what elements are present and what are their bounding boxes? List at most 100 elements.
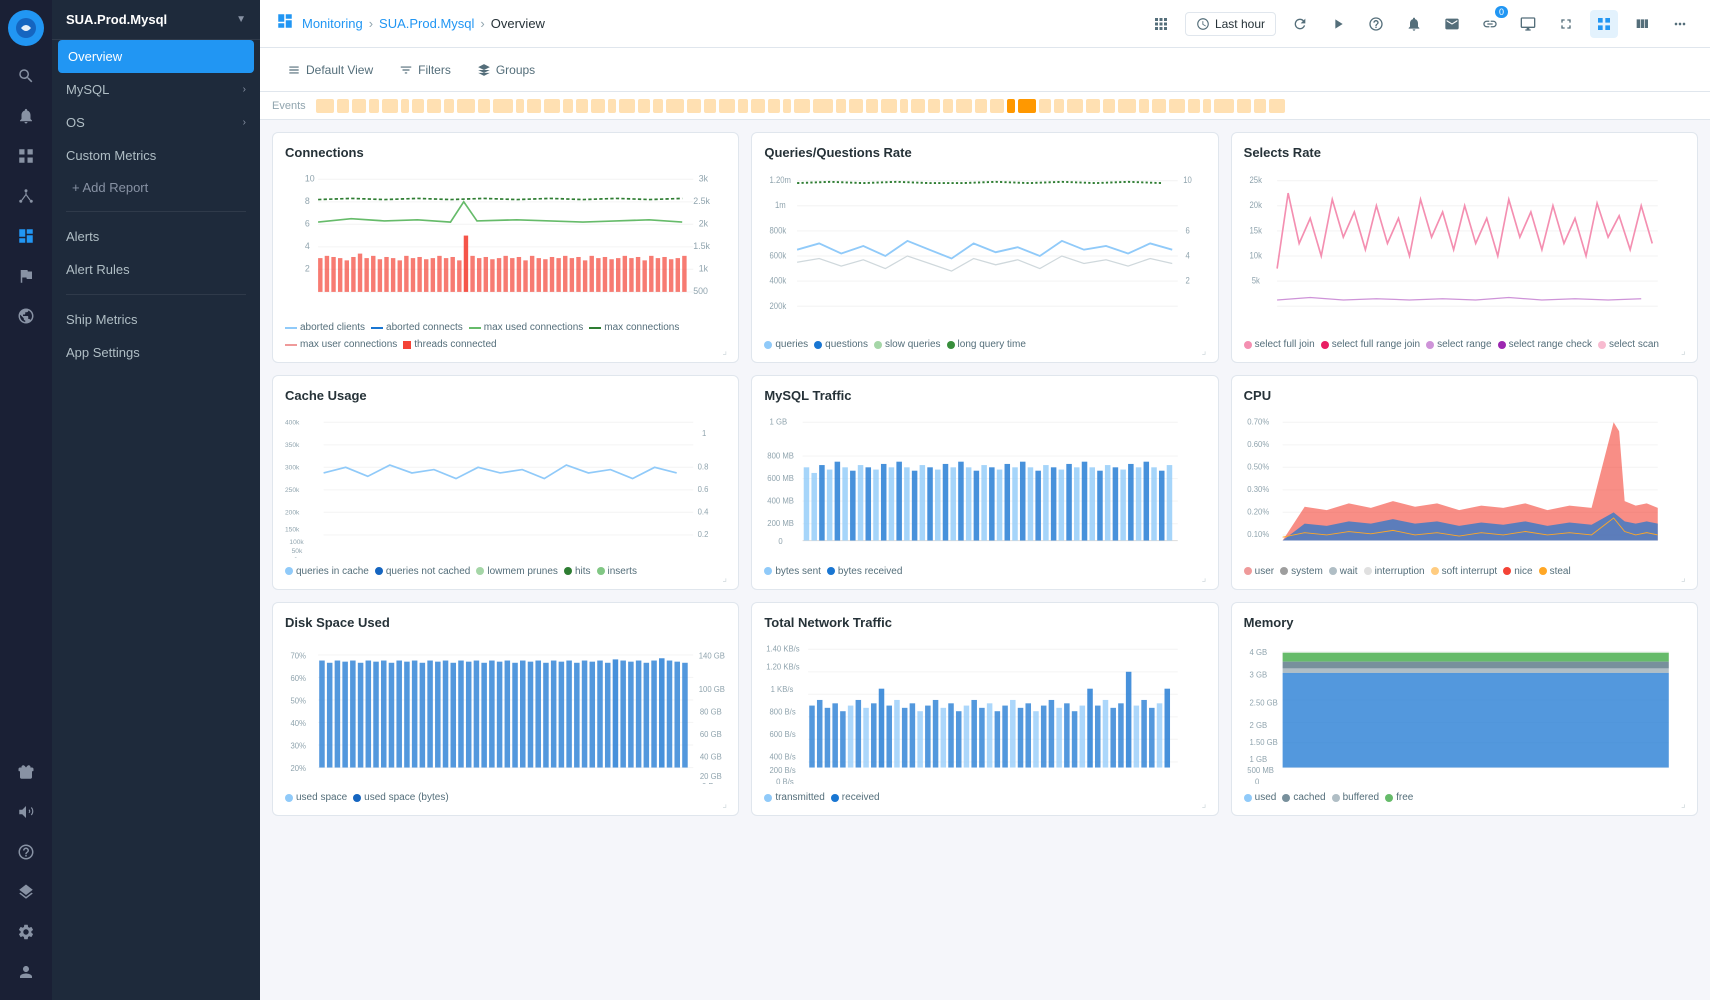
legend-aborted-connects: aborted connects xyxy=(371,322,463,333)
svg-text:1 GB: 1 GB xyxy=(1249,755,1267,764)
help-btn[interactable] xyxy=(1362,10,1390,38)
sidebar-item-os[interactable]: OS › xyxy=(52,106,260,139)
breadcrumb: Monitoring › SUA.Prod.Mysql › Overview xyxy=(302,16,545,31)
legend-max-conn: max connections xyxy=(589,322,679,333)
chart-cpu-title: CPU xyxy=(1244,388,1685,403)
chart-cache-title: Cache Usage xyxy=(285,388,726,403)
svg-text:0.60%: 0.60% xyxy=(1247,440,1269,449)
nav-alerts-icon[interactable] xyxy=(8,98,44,134)
svg-text:70%: 70% xyxy=(291,651,307,660)
groups-label: Groups xyxy=(496,63,535,77)
more-options-btn[interactable] xyxy=(1666,10,1694,38)
chart-network-resize[interactable]: ⌟ xyxy=(1202,799,1214,811)
sidebar-item-app-settings[interactable]: App Settings xyxy=(52,336,260,369)
nav-user-icon[interactable] xyxy=(8,954,44,990)
svg-text:4: 4 xyxy=(305,241,310,251)
refresh-btn[interactable] xyxy=(1286,10,1314,38)
svg-text:800 B/s: 800 B/s xyxy=(770,707,796,716)
sidebar-item-ship-metrics[interactable]: Ship Metrics xyxy=(52,303,260,336)
sidebar-add-report-label: + Add Report xyxy=(72,180,148,195)
sidebar-expand-icon[interactable]: ▼ xyxy=(236,14,246,25)
chart-cache-resize[interactable]: ⌟ xyxy=(722,573,734,585)
apps-grid-btn[interactable] xyxy=(1147,10,1175,38)
svg-text:500 MB: 500 MB xyxy=(1247,766,1274,775)
chart-queries-area: 1.20m 1m 800k 600k 400k 200k 10 6 4 2 xyxy=(764,168,1205,331)
sidebar-item-ship-metrics-label: Ship Metrics xyxy=(66,312,138,327)
nav-globe-icon[interactable] xyxy=(8,298,44,334)
sidebar-item-custom-metrics[interactable]: Custom Metrics xyxy=(52,139,260,172)
dashboard-grid: Connections 10 8 6 4 2 3k 2.5k 2k 1.5k 1… xyxy=(260,120,1710,1000)
chart-connections-area: 10 8 6 4 2 3k 2.5k 2k 1.5k 1k 500 xyxy=(285,168,726,314)
chart-network-area: 1.40 KB/s 1.20 KB/s 1 KB/s 800 B/s 600 B… xyxy=(764,638,1205,784)
svg-text:300k: 300k xyxy=(285,465,300,472)
nav-nodes-icon[interactable] xyxy=(8,178,44,214)
svg-text:25k: 25k xyxy=(1249,176,1262,186)
nav-dashboard-icon[interactable] xyxy=(8,218,44,254)
sidebar-add-report-btn[interactable]: + Add Report xyxy=(52,172,260,203)
link-btn[interactable]: 0 xyxy=(1476,10,1504,38)
svg-text:5k: 5k xyxy=(1251,276,1260,286)
svg-text:0: 0 xyxy=(294,557,298,558)
nav-grid-icon[interactable] xyxy=(8,138,44,174)
svg-text:600 B/s: 600 B/s xyxy=(770,730,796,739)
chart-connections-resize[interactable]: ⌟ xyxy=(722,346,734,358)
svg-text:20 GB: 20 GB xyxy=(700,772,722,781)
app-logo[interactable] xyxy=(8,10,44,46)
expand-btn[interactable] xyxy=(1552,10,1580,38)
filters-btn[interactable]: Filters xyxy=(388,57,462,83)
svg-text:1.20 KB/s: 1.20 KB/s xyxy=(767,662,801,671)
nav-search-icon[interactable] xyxy=(8,58,44,94)
legend-max-user: max user connections xyxy=(285,339,397,350)
svg-text:200k: 200k xyxy=(770,301,788,311)
chart-mysql-traffic-resize[interactable]: ⌟ xyxy=(1202,573,1214,585)
nav-flag-icon[interactable] xyxy=(8,258,44,294)
columns-btn[interactable] xyxy=(1628,10,1656,38)
groups-btn[interactable]: Groups xyxy=(466,57,546,83)
nav-speaker-icon[interactable] xyxy=(8,794,44,830)
topnav-right: Last hour 0 xyxy=(1147,10,1694,38)
svg-text:2.5k: 2.5k xyxy=(693,196,710,206)
sidebar-header[interactable]: SUA.Prod.Mysql ▼ xyxy=(52,0,260,40)
chart-memory-resize[interactable]: ⌟ xyxy=(1681,799,1693,811)
chart-network-legend: transmitted received xyxy=(764,792,1205,803)
svg-text:50k: 50k xyxy=(292,548,303,555)
svg-text:1 KB/s: 1 KB/s xyxy=(771,685,794,694)
time-range-selector[interactable]: Last hour xyxy=(1185,12,1276,36)
chart-cpu: CPU 0.70% 0.60% 0.50% 0.30% 0.20% 0.10% xyxy=(1231,375,1698,589)
chart-cpu-resize[interactable]: ⌟ xyxy=(1681,573,1693,585)
chart-disk-resize[interactable]: ⌟ xyxy=(722,799,734,811)
chart-disk-space: Disk Space Used 70% 60% 50% 40% 30% 20% … xyxy=(272,602,739,816)
svg-text:100k: 100k xyxy=(289,539,304,546)
svg-text:0.20%: 0.20% xyxy=(1247,508,1269,517)
nav-help-icon[interactable] xyxy=(8,834,44,870)
breadcrumb-monitoring[interactable]: Monitoring xyxy=(302,16,363,31)
sidebar-item-alert-rules[interactable]: Alert Rules xyxy=(52,253,260,286)
svg-text:10k: 10k xyxy=(1249,251,1262,261)
chart-selects-resize[interactable]: ⌟ xyxy=(1681,346,1693,358)
nav-gift-icon[interactable] xyxy=(8,754,44,790)
breadcrumb-instance[interactable]: SUA.Prod.Mysql xyxy=(379,16,474,31)
chart-queries-resize[interactable]: ⌟ xyxy=(1202,346,1214,358)
svg-text:2k: 2k xyxy=(699,218,709,228)
email-btn[interactable] xyxy=(1438,10,1466,38)
sidebar-item-alerts[interactable]: Alerts xyxy=(52,220,260,253)
legend-aborted-clients: aborted clients xyxy=(285,322,365,333)
sidebar-item-overview-label: Overview xyxy=(68,49,122,64)
chart-cache: Cache Usage 400k 350k 300k 250k 200k 150… xyxy=(272,375,739,589)
default-view-btn[interactable]: Default View xyxy=(276,57,384,83)
grid-view-btn[interactable] xyxy=(1590,10,1618,38)
nav-layers-icon[interactable] xyxy=(8,874,44,910)
chart-disk-legend: used space used space (bytes) xyxy=(285,792,726,803)
nav-settings-icon[interactable] xyxy=(8,914,44,950)
svg-text:60 GB: 60 GB xyxy=(700,730,722,739)
svg-text:30%: 30% xyxy=(291,741,307,750)
svg-text:0: 0 xyxy=(779,537,784,546)
link-badge: 0 xyxy=(1495,6,1508,18)
desktop-btn[interactable] xyxy=(1514,10,1542,38)
sidebar-item-mysql[interactable]: MySQL › xyxy=(52,73,260,106)
chart-cache-area: 400k 350k 300k 250k 200k 150k 100k 50k 0… xyxy=(285,411,726,557)
play-btn[interactable] xyxy=(1324,10,1352,38)
notification-bell-btn[interactable] xyxy=(1400,10,1428,38)
svg-text:140 GB: 140 GB xyxy=(699,651,725,660)
sidebar-item-overview[interactable]: Overview xyxy=(58,40,254,73)
